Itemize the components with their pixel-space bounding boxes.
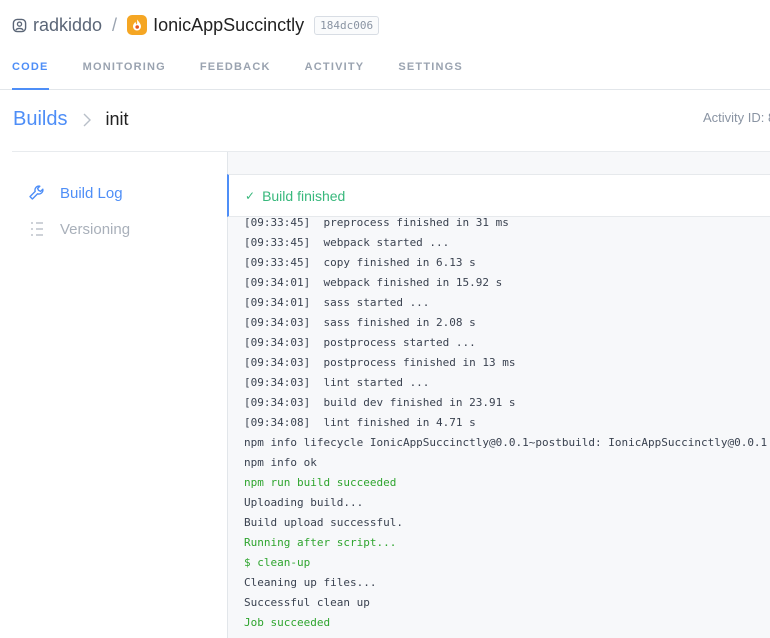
breadcrumb-current: init <box>105 109 129 129</box>
log-line: npm info lifecycle IonicAppSuccinctly@0.… <box>244 436 768 449</box>
app-name-link[interactable]: IonicAppSuccinctly <box>153 15 304 36</box>
list-icon <box>31 222 43 236</box>
app-logo-icon <box>127 15 148 35</box>
log-line: $ clean-up <box>244 556 311 569</box>
build-log-output: [09:33:45] preprocess finished in 31 ms[… <box>244 213 770 633</box>
chevron-right-icon <box>83 113 92 126</box>
log-line: [09:34:03] lint started ... <box>244 376 430 389</box>
log-line: Build upload successful. <box>244 516 403 529</box>
log-line: [09:34:03] postprocess finished in 13 ms <box>244 356 516 369</box>
sidebar-item-versioning[interactable]: Versioning <box>28 220 130 238</box>
build-status-text: Build finished <box>262 187 346 204</box>
user-icon <box>12 18 27 32</box>
tab-feedback[interactable]: FEEDBACK <box>200 54 271 90</box>
breadcrumb-builds-link[interactable]: Builds <box>13 108 67 131</box>
breadcrumb: Builds init <box>13 108 129 131</box>
log-line: npm run build succeeded <box>244 476 397 489</box>
log-line: [09:34:03] postprocess started ... <box>244 336 476 349</box>
build-status-bar: ✓ Build finished <box>227 174 770 217</box>
log-line: [09:34:01] sass started ... <box>244 296 430 309</box>
log-line: [09:34:01] webpack finished in 15.92 s <box>244 276 503 289</box>
tab-settings[interactable]: SETTINGS <box>398 54 463 90</box>
top-header: radkiddo / IonicAppSuccinctly 184dc006 <box>12 12 380 38</box>
log-line: [09:34:03] build dev finished in 23.91 s <box>244 396 516 409</box>
activity-id: Activity ID: 8 <box>703 110 770 125</box>
log-line: npm info ok <box>244 456 317 469</box>
path-separator: / <box>112 14 118 35</box>
tab-activity[interactable]: ACTIVITY <box>305 54 365 90</box>
sidebar-item-label: Versioning <box>60 220 131 238</box>
log-line: [09:34:03] sass finished in 2.08 s <box>244 316 476 329</box>
sidebar-item-label: Build Log <box>60 184 123 202</box>
username-link[interactable]: radkiddo <box>33 15 102 36</box>
main-tabs: CODE MONITORING FEEDBACK ACTIVITY SETTIN… <box>0 54 770 90</box>
log-line: [09:34:08] lint finished in 4.71 s <box>244 416 476 429</box>
log-line: Job succeeded <box>244 616 331 629</box>
log-line: [09:33:45] webpack started ... <box>244 236 450 249</box>
tab-monitoring[interactable]: MONITORING <box>83 54 166 90</box>
log-line: Uploading build... <box>244 496 364 509</box>
log-line: [09:33:45] copy finished in 6.13 s <box>244 256 476 269</box>
log-line: Cleaning up files... <box>244 576 377 589</box>
log-line: Running after script... <box>244 536 397 549</box>
wrench-icon <box>29 185 44 200</box>
tab-code[interactable]: CODE <box>12 54 49 90</box>
log-line: Successful clean up <box>244 596 370 609</box>
sidebar-item-build-log[interactable]: Build Log <box>28 184 123 202</box>
commit-badge: 184dc006 <box>314 15 380 35</box>
checkmark-icon: ✓ <box>245 188 256 203</box>
